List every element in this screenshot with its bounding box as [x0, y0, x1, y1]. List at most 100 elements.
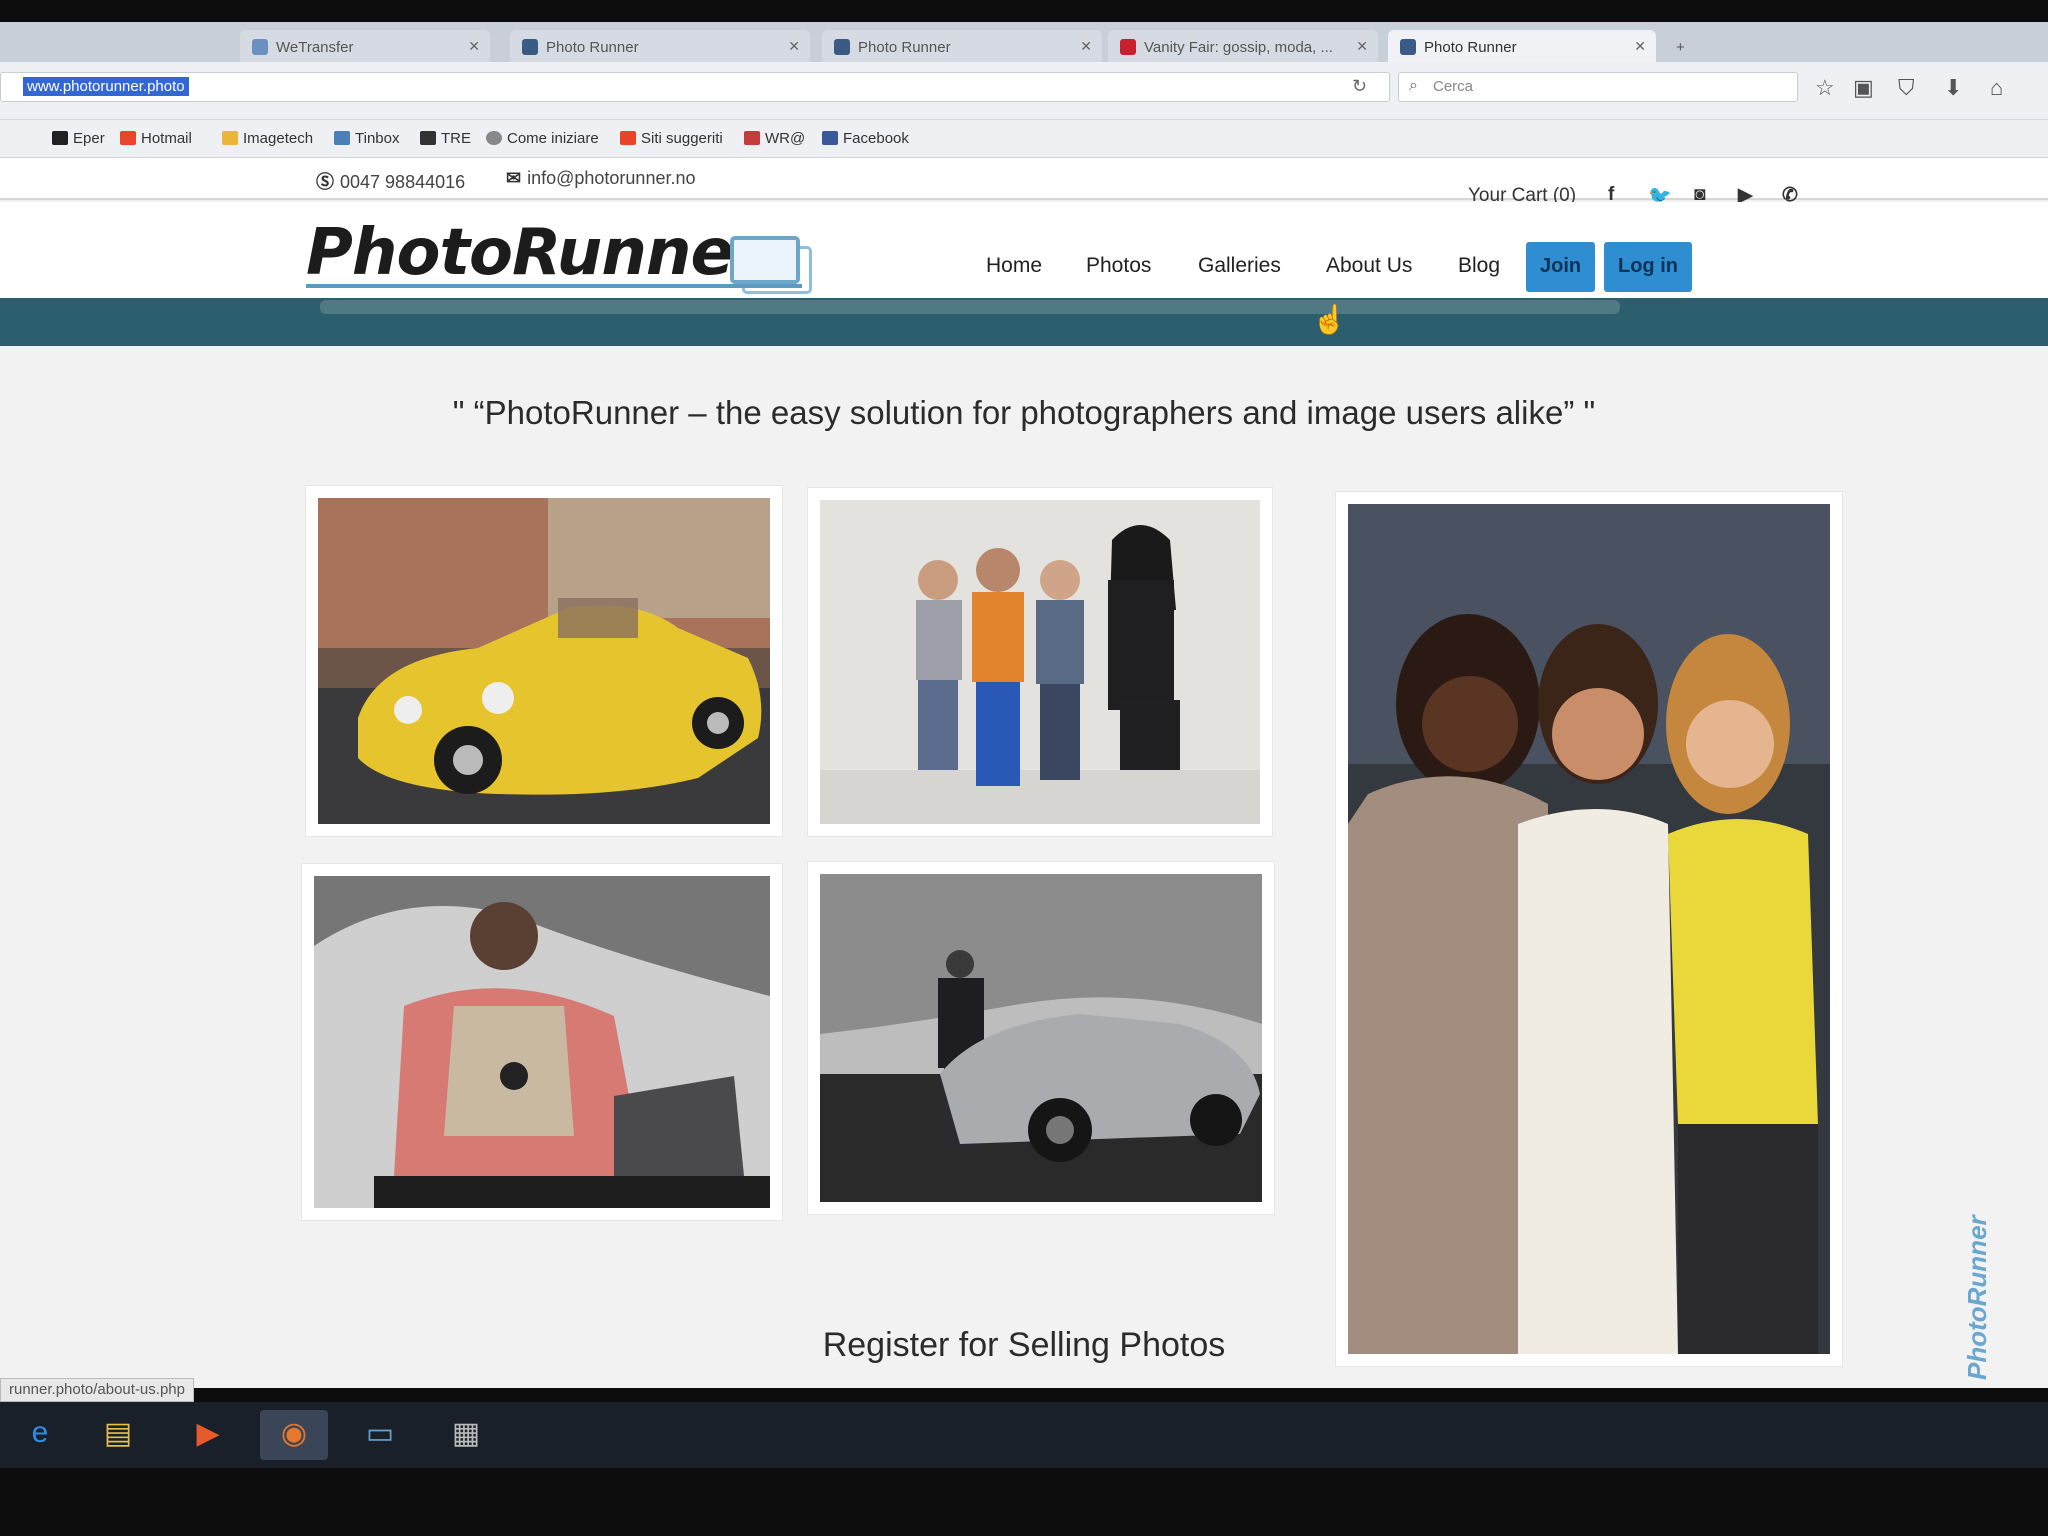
- status-bar-url: runner.photo/about-us.php: [0, 1378, 194, 1402]
- folder-icon: [222, 131, 238, 145]
- tab-wetransfer[interactable]: WeTransfer ✕: [240, 30, 490, 64]
- mouse-pointer-icon: ☝: [1312, 304, 1347, 335]
- wetransfer-favicon-icon: [252, 39, 268, 55]
- bookmark-label: Come iniziare: [507, 130, 599, 147]
- email-address: info@photorunner.no: [527, 168, 696, 188]
- reload-icon[interactable]: ↻: [1352, 76, 1367, 97]
- photo-tile-three-women[interactable]: [1336, 492, 1842, 1366]
- tab-vanity-fair[interactable]: Vanity Fair: gossip, moda, ... ✕: [1108, 30, 1378, 64]
- search-input[interactable]: ⌕ Cerca: [1398, 72, 1798, 102]
- search-icon: ⌕: [1409, 77, 1418, 94]
- close-tab-icon[interactable]: ✕: [788, 38, 800, 55]
- close-tab-icon[interactable]: ✕: [468, 38, 480, 55]
- screen: WeTransfer ✕ Photo Runner ✕ Photo Runner…: [0, 0, 2048, 1536]
- navigation-toolbar: www.photorunner.photo ↻ ⌕ Cerca ☆ ▣ ⛉ ⬇ …: [0, 62, 2048, 120]
- bookmark-facebook[interactable]: Facebook: [822, 130, 909, 147]
- file-explorer-icon[interactable]: ▤: [84, 1410, 152, 1460]
- tab-photo-runner-active[interactable]: Photo Runner ✕: [1388, 30, 1656, 64]
- pocket-icon[interactable]: ⛉: [1898, 75, 1915, 101]
- home-icon[interactable]: ⌂: [1990, 75, 2003, 101]
- phone-number: 0047 98844016: [340, 172, 466, 192]
- bookmark-star-icon[interactable]: ☆: [1815, 75, 1835, 101]
- close-tab-icon[interactable]: ✕: [1080, 38, 1092, 55]
- bookmark-tre[interactable]: TRE: [420, 130, 471, 147]
- tab-label: Vanity Fair: gossip, moda, ...: [1144, 39, 1333, 56]
- vanity-fair-favicon-icon: [1120, 39, 1136, 55]
- site-header: PhotoRunner Home Photos Galleries About …: [0, 202, 2048, 298]
- bookmark-siti-suggeriti[interactable]: Siti suggeriti: [620, 130, 723, 147]
- nav-galleries[interactable]: Galleries: [1198, 254, 1281, 278]
- envelope-icon: ✉: [506, 168, 522, 188]
- search-placeholder: Cerca: [1433, 78, 1474, 95]
- tab-label: WeTransfer: [276, 39, 354, 56]
- internet-explorer-icon[interactable]: e: [6, 1410, 74, 1460]
- tinbox-icon: [334, 131, 350, 145]
- photo-tile-yellow-convertible[interactable]: [306, 486, 782, 836]
- bookmark-come-iniziare[interactable]: Come iniziare: [486, 130, 599, 147]
- photo-three-women: [1348, 504, 1830, 1354]
- globe-icon: [486, 131, 502, 145]
- close-tab-icon[interactable]: ✕: [1634, 38, 1646, 55]
- logo-underline: [306, 284, 802, 288]
- login-button[interactable]: Log in: [1604, 242, 1692, 292]
- bookmark-label: Facebook: [843, 130, 909, 147]
- bookmark-wr[interactable]: WR@: [744, 130, 805, 147]
- bookmark-hotmail[interactable]: Hotmail: [120, 130, 192, 147]
- photo-photographer-laptop: [314, 876, 770, 1208]
- firefox-icon[interactable]: ◉: [260, 1410, 328, 1460]
- photorunner-favicon-icon: [1400, 39, 1416, 55]
- bookmark-tinbox[interactable]: Tinbox: [334, 130, 399, 147]
- close-tab-icon[interactable]: ✕: [1356, 38, 1368, 55]
- site-logo[interactable]: PhotoRunner: [306, 216, 764, 290]
- url-text: www.photorunner.photo: [23, 77, 189, 96]
- nav-photos[interactable]: Photos: [1086, 254, 1151, 278]
- clipboard-icon[interactable]: ▣: [1853, 75, 1874, 101]
- suggested-sites-icon: [620, 131, 636, 145]
- download-icon[interactable]: ⬇: [1944, 75, 1962, 101]
- eper-icon: [52, 131, 68, 145]
- photo-viewer-icon[interactable]: ▭: [346, 1410, 414, 1460]
- tab-label: Photo Runner: [858, 39, 951, 56]
- photo-children-woman: [820, 500, 1260, 824]
- skype-icon: Ⓢ: [316, 172, 334, 192]
- nav-blog[interactable]: Blog: [1458, 254, 1500, 278]
- bookmark-imagetech[interactable]: Imagetech: [222, 130, 313, 147]
- photo-man-silver-car: [820, 874, 1262, 1202]
- new-tab-button[interactable]: +: [1664, 30, 1704, 64]
- hotmail-icon: [120, 131, 136, 145]
- tagline-quote: " “PhotoRunner – the easy solution for p…: [452, 394, 1596, 431]
- url-bar[interactable]: www.photorunner.photo: [0, 72, 1390, 102]
- photorunner-favicon-icon: [834, 39, 850, 55]
- bookmark-label: WR@: [765, 130, 806, 147]
- banner-text-faded: [320, 300, 1620, 314]
- media-player-icon[interactable]: ▶: [174, 1410, 242, 1460]
- bookmark-label: Hotmail: [141, 130, 192, 147]
- phone-contact[interactable]: Ⓢ 0047 98844016: [316, 168, 465, 194]
- wr-icon: [744, 131, 760, 145]
- tab-photo-runner-2[interactable]: Photo Runner ✕: [822, 30, 1102, 64]
- photorunner-watermark: PhotoRunner: [1962, 1215, 1992, 1380]
- join-button[interactable]: Join: [1526, 242, 1596, 292]
- photo-tile-man-silver-car[interactable]: [808, 862, 1274, 1214]
- hero-banner: [0, 298, 2048, 346]
- photo-tile-photographer-laptop[interactable]: [302, 864, 782, 1220]
- email-contact[interactable]: ✉ info@photorunner.no: [506, 168, 696, 189]
- document-icon[interactable]: ▦: [432, 1410, 500, 1460]
- bookmark-eper[interactable]: Eper: [52, 130, 105, 147]
- nav-about-us[interactable]: About Us: [1326, 254, 1412, 278]
- tab-label: Photo Runner: [1424, 39, 1517, 56]
- photo-yellow-convertible: [318, 498, 770, 824]
- register-heading: Register for Selling Photos: [822, 1326, 1226, 1364]
- tab-photo-runner-1[interactable]: Photo Runner ✕: [510, 30, 810, 64]
- bookmark-label: Tinbox: [355, 130, 400, 147]
- logo-screen-icon: [730, 236, 800, 284]
- tab-bar: WeTransfer ✕ Photo Runner ✕ Photo Runner…: [0, 22, 2048, 64]
- facebook-icon: [822, 131, 838, 145]
- bookmark-label: TRE: [441, 130, 471, 147]
- tre-icon: [420, 131, 436, 145]
- bookmark-label: Eper: [73, 130, 105, 147]
- nav-home[interactable]: Home: [986, 254, 1042, 278]
- bookmark-label: Siti suggeriti: [641, 130, 723, 147]
- bookmark-label: Imagetech: [243, 130, 314, 147]
- photo-tile-children-woman[interactable]: [808, 488, 1272, 836]
